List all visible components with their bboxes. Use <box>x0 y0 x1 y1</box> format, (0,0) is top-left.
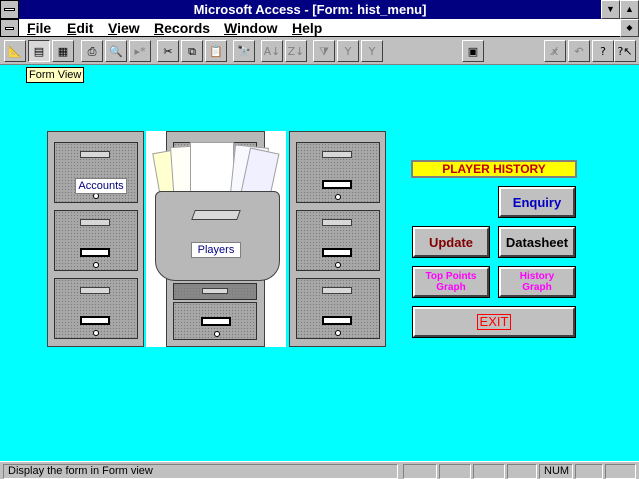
drawer-knob-icon <box>156 192 165 201</box>
players-label[interactable]: Players <box>191 242 241 258</box>
cue-cards-icon[interactable]: ? <box>592 40 614 62</box>
top-points-graph-button[interactable]: Top Points Graph <box>412 266 490 298</box>
update-button[interactable]: Update <box>412 226 490 258</box>
sort-descending-icon[interactable]: Z↓ <box>285 40 307 62</box>
new-record-icon[interactable]: ▸* <box>129 40 151 62</box>
menu-file[interactable]: File <box>27 19 51 37</box>
copy-icon[interactable]: ⧉ <box>181 40 203 62</box>
undo-icon[interactable]: ↶ <box>568 40 590 62</box>
left-drawer-2 <box>54 210 138 271</box>
minimize-button[interactable]: ▼ <box>601 0 620 19</box>
status-indicator-1 <box>403 464 437 479</box>
help-icon[interactable]: ?↖ <box>614 40 636 62</box>
status-indicator-6 <box>575 464 603 479</box>
cut-icon[interactable]: ✂ <box>157 40 179 62</box>
middle-drawer-gap <box>173 283 257 300</box>
exit-label: EXIT <box>476 314 512 330</box>
num-lock-indicator: NUM <box>539 464 573 479</box>
toolbar: 📐 ▤ ▦ ⎙ 🔍 ▸* ✂ ⧉ 📋 🔭 A↓ Z↓ ⧩ Y Y ▣ x̸ ↶ … <box>0 37 639 65</box>
players-open-drawer[interactable] <box>155 191 280 281</box>
exit-button[interactable]: EXIT <box>412 306 576 338</box>
edit-filter-icon[interactable]: ⧩ <box>313 40 335 62</box>
menu-view[interactable]: View <box>108 19 140 37</box>
design-view-icon[interactable]: 📐 <box>4 40 26 62</box>
datasheet-view-icon[interactable]: ▦ <box>52 40 74 62</box>
drawer-knob-icon <box>93 330 99 336</box>
form-view-tooltip: Form View <box>26 67 85 83</box>
right-drawer-1 <box>296 142 380 203</box>
menu-bar: File Edit View Records Window Help ◆ <box>0 19 639 37</box>
status-indicator-4 <box>507 464 537 479</box>
find-icon[interactable]: 🔭 <box>233 40 255 62</box>
menu-records[interactable]: Records <box>154 19 210 37</box>
print-icon[interactable]: ⎙ <box>81 40 103 62</box>
menu-window[interactable]: Window <box>224 19 278 37</box>
menu-edit[interactable]: Edit <box>67 19 93 37</box>
left-drawer-3 <box>54 278 138 339</box>
show-all-records-icon[interactable]: Y <box>361 40 383 62</box>
sort-ascending-icon[interactable]: A↓ <box>261 40 283 62</box>
restore-button[interactable]: ◆ <box>620 19 639 37</box>
menu-help[interactable]: Help <box>292 19 322 37</box>
database-window-icon[interactable]: ▣ <box>462 40 484 62</box>
drawer-knob-icon <box>93 262 99 268</box>
datasheet-button[interactable]: Datasheet <box>498 226 576 258</box>
drawer-knob-icon <box>335 262 341 268</box>
apply-filter-icon[interactable]: Y <box>337 40 359 62</box>
right-drawer-2 <box>296 210 380 271</box>
system-menu-icon[interactable] <box>0 0 19 19</box>
maximize-button[interactable]: ▲ <box>620 0 639 19</box>
print-preview-icon[interactable]: 🔍 <box>105 40 127 62</box>
status-indicator-3 <box>473 464 505 479</box>
document-system-menu-icon[interactable] <box>0 19 19 37</box>
accounts-label[interactable]: Accounts <box>75 178 127 194</box>
form-title: PLAYER HISTORY <box>411 160 577 178</box>
window-title: Microsoft Access - [Form: hist_menu] <box>193 2 427 17</box>
history-graph-button[interactable]: History Graph <box>498 266 576 298</box>
status-bar: Display the form in Form view NUM <box>0 461 639 479</box>
drawer-knob-icon <box>214 331 220 337</box>
status-message: Display the form in Form view <box>3 464 398 479</box>
right-drawer-3 <box>296 278 380 339</box>
title-bar: Microsoft Access - [Form: hist_menu] ▼ ▲ <box>0 0 639 19</box>
drawer-knob-icon <box>335 194 341 200</box>
enquiry-button[interactable]: Enquiry <box>498 186 576 218</box>
paste-icon[interactable]: 📋 <box>205 40 227 62</box>
drawer-knob-icon <box>335 330 341 336</box>
status-indicator-7 <box>605 464 636 479</box>
middle-drawer-bottom <box>173 302 257 340</box>
undo-current-field-icon[interactable]: x̸ <box>544 40 566 62</box>
form-view-icon[interactable]: ▤ <box>28 40 50 62</box>
status-indicator-2 <box>439 464 471 479</box>
